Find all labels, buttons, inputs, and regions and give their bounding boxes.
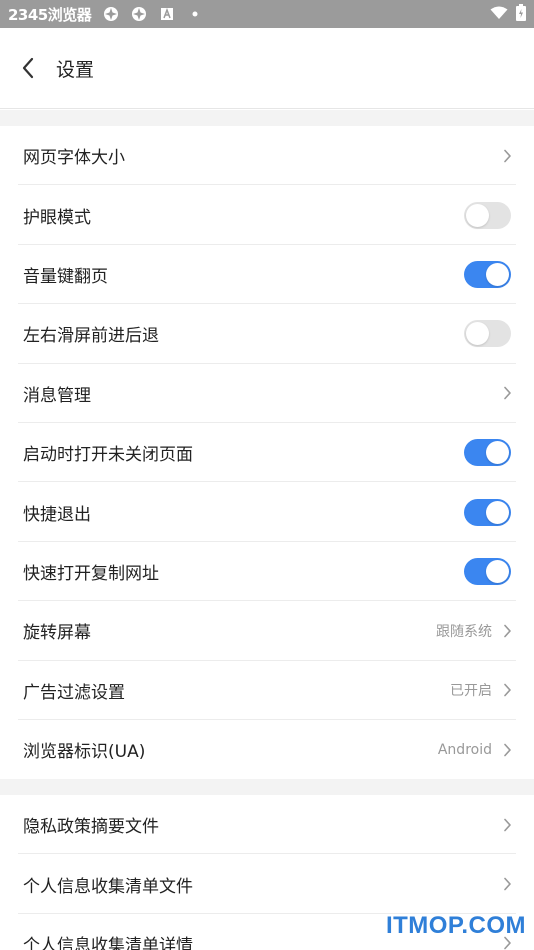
setting-label: 广告过滤设置 — [23, 682, 125, 703]
status-bar-app-name: 2345浏览器 — [8, 5, 92, 24]
setting-label: 个人信息收集清单文件 — [23, 876, 193, 897]
setting-ad-filter[interactable]: 广告过滤设置 已开启 — [0, 661, 534, 721]
setting-label: 快速打开复制网址 — [23, 563, 159, 584]
chevron-right-icon — [502, 623, 512, 639]
toggle-knob — [466, 322, 489, 346]
eye-protection-toggle[interactable] — [464, 201, 511, 229]
chevron-right-icon — [502, 682, 512, 698]
toggle-knob — [486, 262, 509, 286]
a-badge-icon — [159, 6, 175, 22]
setting-restore-pages: 启动时打开未关闭页面 — [0, 423, 534, 483]
chevron-left-icon — [22, 57, 34, 79]
status-bar: 2345浏览器 — [0, 0, 534, 28]
chevron-right-icon — [502, 817, 512, 833]
wifi-icon — [490, 5, 508, 24]
quick-exit-toggle[interactable] — [464, 498, 511, 526]
setting-screen-rotation[interactable]: 旋转屏幕 跟随系统 — [0, 601, 534, 661]
section-divider — [0, 110, 534, 126]
toggle-knob — [486, 441, 509, 465]
setting-eye-protection: 护眼模式 — [0, 185, 534, 246]
settings-list-main: 网页字体大小 护眼模式 音量键翻页 左右滑屏前进后退 消息管理 启动时打开未关闭… — [0, 126, 534, 779]
setting-volume-key-page: 音量键翻页 — [0, 245, 534, 305]
page-title: 设置 — [56, 58, 95, 81]
back-button[interactable] — [0, 28, 56, 109]
setting-open-copied-url: 快速打开复制网址 — [0, 542, 534, 602]
watermark-logo: ITMOP.COM — [385, 912, 526, 939]
setting-label: 隐私政策摘要文件 — [23, 817, 159, 838]
toggle-knob — [466, 203, 489, 227]
setting-value: 已开启 — [450, 683, 492, 700]
toggle-knob — [486, 500, 509, 524]
setting-privacy-policy-summary[interactable]: 隐私政策摘要文件 — [0, 795, 534, 855]
setting-label: 浏览器标识(UA) — [23, 742, 146, 763]
dot-icon — [187, 6, 203, 22]
pinwheel-icon — [131, 6, 147, 22]
setting-label: 护眼模式 — [23, 207, 91, 228]
chevron-right-icon — [502, 148, 512, 164]
setting-label: 左右滑屏前进后退 — [23, 326, 159, 347]
setting-user-agent[interactable]: 浏览器标识(UA) Android — [0, 720, 534, 779]
setting-label: 旋转屏幕 — [23, 623, 91, 644]
chevron-right-icon — [502, 742, 512, 758]
setting-label: 网页字体大小 — [23, 148, 125, 169]
setting-value: Android — [437, 741, 492, 758]
section-divider — [0, 779, 534, 795]
setting-value: 跟随系统 — [436, 623, 492, 640]
setting-personal-info-list-file[interactable]: 个人信息收集清单文件 — [0, 854, 534, 915]
setting-label: 音量键翻页 — [23, 266, 108, 287]
setting-swipe-navigation: 左右滑屏前进后退 — [0, 304, 534, 364]
setting-label: 启动时打开未关闭页面 — [23, 445, 193, 466]
setting-quick-exit: 快捷退出 — [0, 482, 534, 543]
setting-label: 消息管理 — [23, 385, 91, 406]
battery-icon — [516, 3, 526, 25]
swipe-navigation-toggle[interactable] — [464, 320, 511, 348]
status-bar-right — [490, 3, 526, 25]
open-copied-url-toggle[interactable] — [464, 557, 511, 585]
pinwheel-icon — [103, 6, 119, 22]
restore-pages-toggle[interactable] — [464, 439, 511, 467]
toggle-knob — [486, 559, 509, 583]
app-bar: 设置 — [0, 28, 534, 109]
chevron-right-icon — [502, 876, 512, 892]
setting-font-size[interactable]: 网页字体大小 — [0, 126, 534, 186]
chevron-right-icon — [502, 385, 512, 401]
volume-key-page-toggle[interactable] — [464, 260, 511, 288]
setting-label: 快捷退出 — [23, 504, 91, 525]
setting-message-management[interactable]: 消息管理 — [0, 364, 534, 424]
